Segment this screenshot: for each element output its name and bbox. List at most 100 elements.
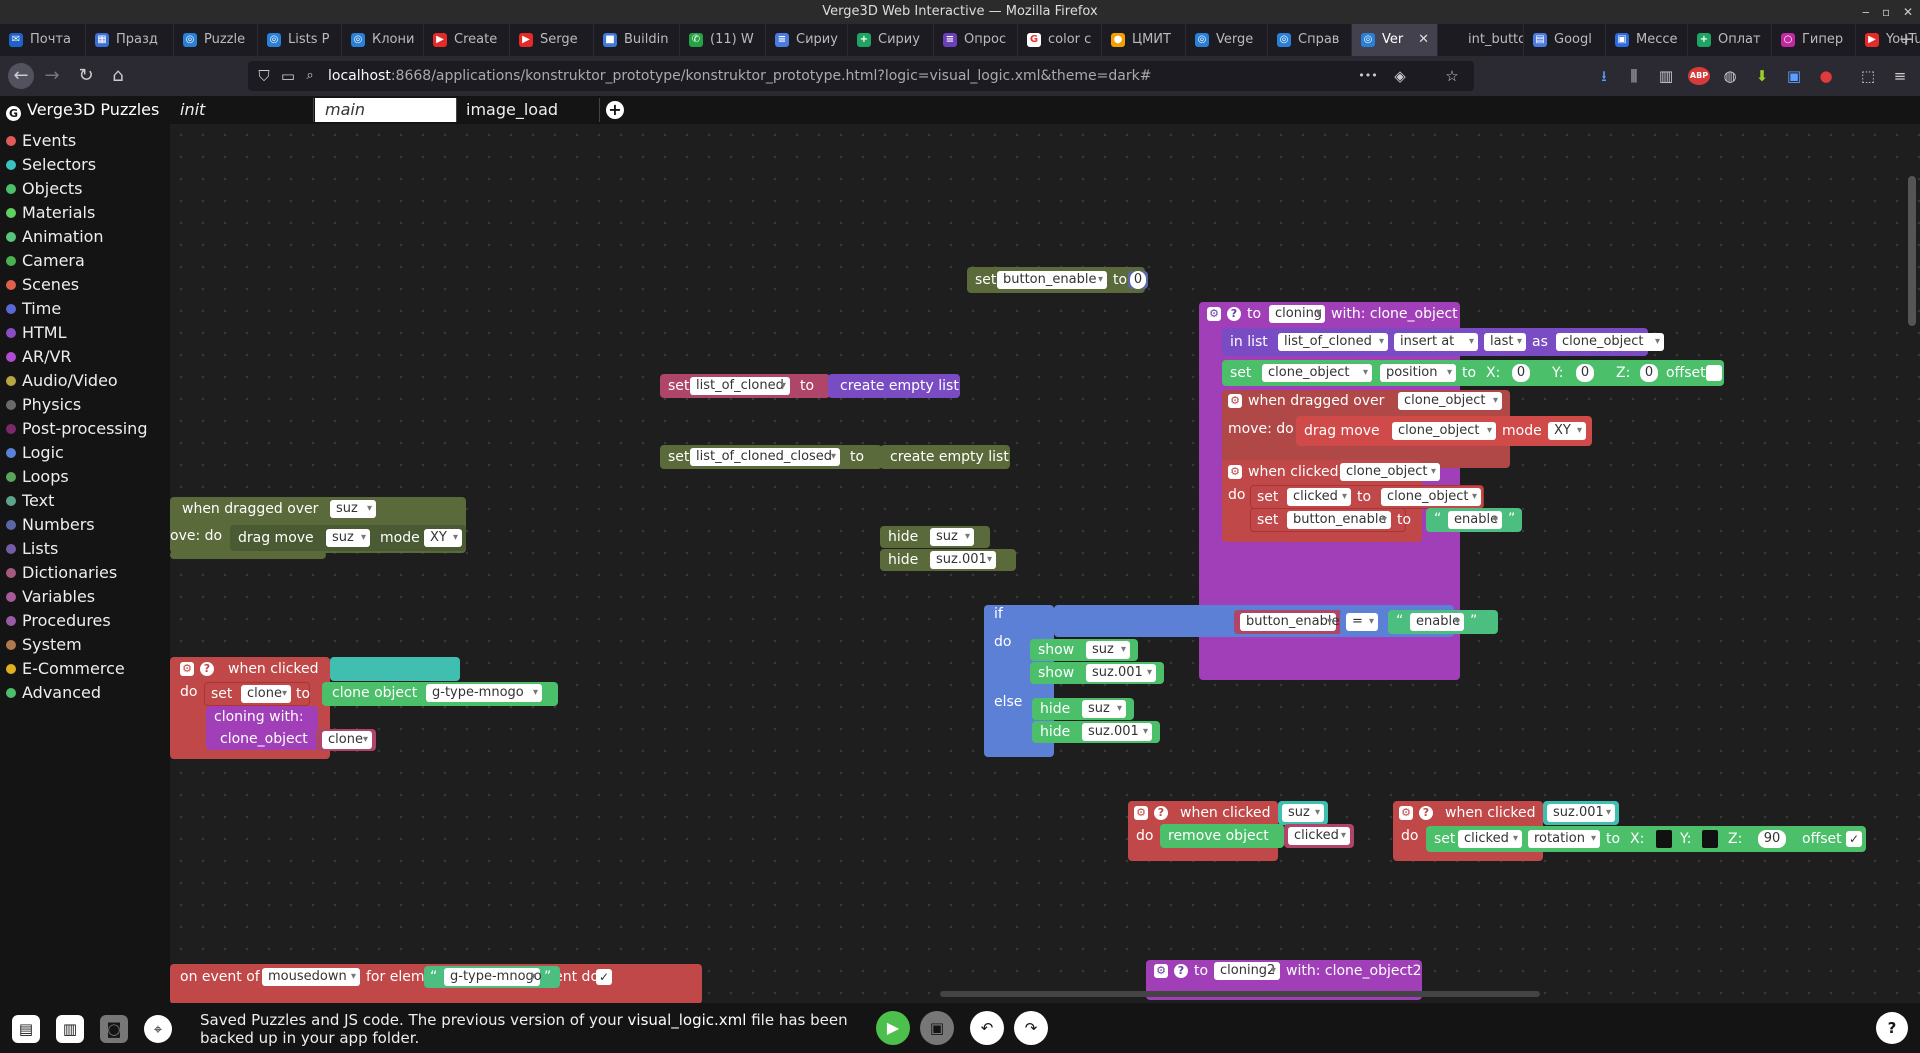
back-button[interactable]: ← — [8, 63, 34, 89]
help-icon[interactable]: ? — [1154, 806, 1168, 820]
text-value[interactable]: g-type-mnogo — [444, 968, 542, 986]
variable-dropdown[interactable]: list_of_cloned_closed — [690, 448, 840, 466]
text-value[interactable]: enable — [1410, 613, 1464, 631]
help-icon[interactable]: ? — [200, 662, 214, 676]
close-window-button[interactable]: ✕ — [1903, 0, 1913, 24]
list-insert-block[interactable]: in list list_of_cloned insert at last as… — [1222, 328, 1664, 356]
list-dropdown[interactable]: list_of_cloned — [1278, 333, 1388, 351]
extension-lock-icon[interactable]: ● — [1816, 66, 1836, 86]
create-empty-list-block-2[interactable]: create empty list — [880, 445, 1010, 469]
horizontal-scrollbar[interactable] — [940, 991, 1540, 997]
help-icon[interactable]: ? — [1174, 964, 1188, 978]
object-selector-block[interactable] — [330, 657, 460, 681]
browser-tab[interactable]: ▶ Create — [424, 24, 510, 56]
mode-dropdown[interactable]: XY — [424, 529, 462, 547]
home-button[interactable]: ⌂ — [106, 64, 130, 88]
category-camera[interactable]: Camera — [6, 250, 85, 272]
object-dropdown[interactable]: suz.001 — [1086, 664, 1156, 682]
browser-tab[interactable]: ◎ Puzzle — [174, 24, 258, 56]
category-audio-video[interactable]: Audio/Video — [6, 370, 118, 392]
procedure-name-field[interactable]: cloning — [1269, 305, 1325, 323]
object-selector-block[interactable]: suz.001 — [1543, 801, 1619, 825]
close-tab-icon[interactable]: ✕ — [1418, 24, 1429, 56]
object-dropdown[interactable]: suz.001 — [930, 551, 996, 569]
browser-tab[interactable]: ◎ Клони — [342, 24, 424, 56]
translate-icon[interactable]: ▣ — [1784, 66, 1804, 86]
object-dropdown[interactable]: clicked — [1458, 830, 1522, 848]
procedure-name-field[interactable]: cloning2 — [1214, 962, 1280, 980]
help-icon[interactable]: ? — [1419, 806, 1433, 820]
reload-button[interactable]: ↻ — [74, 64, 98, 88]
variable-dropdown[interactable]: clone — [322, 731, 372, 749]
category-e-commerce[interactable]: E-Commerce — [6, 658, 125, 680]
object-dropdown[interactable]: suz — [1282, 804, 1324, 822]
z-value[interactable]: 90 — [1758, 830, 1786, 848]
variable-dropdown[interactable]: clicked — [1288, 827, 1350, 845]
category-post-processing[interactable]: Post-processing — [6, 418, 147, 440]
reader-view-icon[interactable] — [1416, 66, 1436, 86]
browser-tab[interactable]: ◎ Lists P — [258, 24, 342, 56]
browser-tab[interactable]: ≡ Опрос — [934, 24, 1018, 56]
operator-dropdown[interactable]: = — [1346, 613, 1378, 631]
url-bar[interactable]: ⛉ ▭ ⌕ localhost:8668/applications/konstr… — [248, 61, 1474, 91]
save-button[interactable]: ▣ — [920, 1011, 954, 1045]
remove-object-block[interactable]: remove object — [1160, 824, 1284, 848]
browser-tab[interactable]: ● ЦМИТ — [1102, 24, 1186, 56]
category-loops[interactable]: Loops — [6, 466, 69, 488]
minimize-button[interactable]: ‒ — [1862, 0, 1870, 24]
property-dropdown[interactable]: rotation — [1528, 830, 1600, 848]
workspace-tab-main[interactable]: main — [315, 98, 457, 122]
create-empty-list-block[interactable]: create empty list — [828, 374, 960, 398]
y-empty-slot[interactable] — [1702, 830, 1718, 848]
number-value[interactable]: 0 — [1130, 271, 1146, 289]
new-tab-button[interactable]: + — [1892, 24, 1920, 56]
parent-doc-checkbox[interactable]: ✓ — [596, 969, 612, 985]
category-materials[interactable]: Materials — [6, 202, 95, 224]
file-menu-button[interactable]: ▤ — [12, 1015, 40, 1043]
set-button-enable-block[interactable]: set button_enable to — [967, 267, 1145, 293]
puzzles-workspace[interactable]: set button_enable to 0 set list_of_clone… — [170, 124, 1920, 1003]
category-events[interactable]: Events — [6, 130, 76, 152]
browser-tab[interactable]: Gcolor c — [1018, 24, 1102, 56]
category-selectors[interactable]: Selectors — [6, 154, 96, 176]
category-logic[interactable]: Logic — [6, 442, 64, 464]
target-button[interactable]: ⌖ — [144, 1015, 172, 1043]
variable-button-enable-block[interactable]: button_enable — [1234, 610, 1342, 634]
text-value[interactable]: enable — [1448, 511, 1502, 529]
browser-tab[interactable]: ▦ Празд — [86, 24, 174, 56]
browser-tab[interactable]: ✉ Почта — [0, 24, 86, 56]
category-variables[interactable]: Variables — [6, 586, 95, 608]
url-text[interactable]: localhost:8668/applications/konstruktor_… — [328, 61, 1151, 91]
browser-tab[interactable]: ▶ Serge — [510, 24, 594, 56]
drag-move-block[interactable]: drag move suz mode XY — [230, 525, 466, 551]
show-suz001-block[interactable]: show suz.001 — [1030, 662, 1164, 684]
object-dropdown[interactable]: suz — [326, 529, 370, 547]
object-dropdown[interactable]: suz — [1086, 641, 1130, 659]
category-scenes[interactable]: Scenes — [6, 274, 79, 296]
number-block[interactable]: 0 — [1128, 271, 1148, 289]
vertical-scrollbar[interactable] — [1908, 176, 1916, 326]
object-dropdown[interactable]: clone_object — [1398, 392, 1502, 410]
run-button[interactable]: ▶ — [876, 1011, 910, 1045]
downloads-icon[interactable]: ⭳ — [1594, 66, 1614, 86]
call-cloning-block[interactable]: cloning with: clone_object — [206, 706, 318, 750]
library-icon[interactable]: ⫼ — [1624, 66, 1644, 86]
object-dropdown[interactable]: suz — [1082, 700, 1126, 718]
category-objects[interactable]: Objects — [6, 178, 82, 200]
hide-suz001-block[interactable]: hide suz.001 — [880, 549, 1016, 571]
category-text[interactable]: Text — [6, 490, 54, 512]
workspace-tab-init[interactable]: init — [170, 98, 314, 122]
variable-dropdown[interactable]: clone_object — [1556, 333, 1664, 351]
offset-checkbox[interactable] — [1706, 365, 1722, 381]
gear-icon[interactable]: ⚙ — [1399, 806, 1413, 820]
object-dropdown[interactable]: clone_object — [1262, 364, 1372, 382]
set-clicked-block[interactable]: set clicked to clone_object — [1250, 485, 1484, 509]
object-dropdown[interactable]: clone_object — [1381, 488, 1481, 506]
permissions-icon[interactable]: ⌕ — [300, 66, 320, 86]
pocket-icon[interactable]: ◈ — [1390, 66, 1410, 86]
text-block-enable[interactable]: “ enable ” — [1426, 508, 1522, 532]
gear-icon[interactable]: ⚙ — [1154, 964, 1168, 978]
redo-button[interactable]: ↷ — [1014, 1011, 1048, 1045]
browser-tab[interactable]: int_button — [1438, 24, 1524, 56]
gear-icon[interactable]: ⚙ — [180, 662, 194, 676]
